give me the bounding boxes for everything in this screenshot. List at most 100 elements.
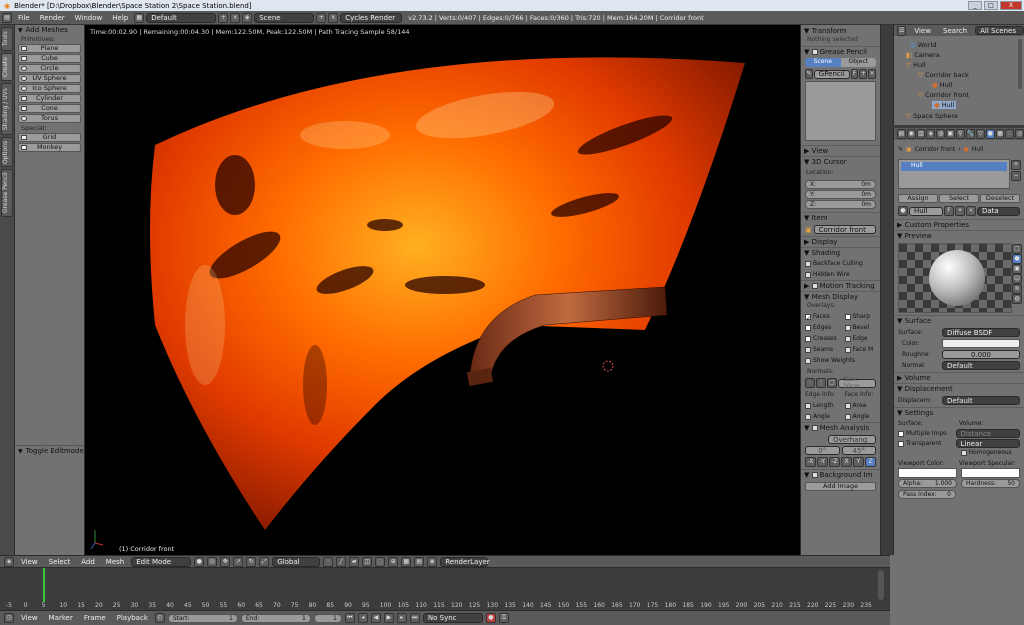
preview-hair-icon[interactable]: ≋ <box>1012 284 1022 294</box>
proportional-edit-icon[interactable]: ◌ <box>375 556 386 567</box>
outliner-item-corridor-back[interactable]: ▽ Corridor back <box>918 71 969 79</box>
preview-header[interactable]: ▼ Preview <box>894 230 1024 241</box>
view-panel-header[interactable]: ▶ View <box>801 145 880 156</box>
hardness-field[interactable]: Hardness: 50 <box>961 479 1020 488</box>
creases-toggle[interactable]: Creases <box>805 335 841 342</box>
axis-neg-z-button[interactable]: -Z <box>829 457 840 467</box>
next-keyframe-icon[interactable]: ▸ <box>396 613 407 623</box>
gpencil-fake-user[interactable]: F <box>850 69 859 79</box>
add-scene-button[interactable]: + <box>316 12 327 23</box>
menu-file[interactable]: File <box>14 14 34 22</box>
add-grid-button[interactable]: Grid <box>18 133 81 142</box>
settings-header[interactable]: ▼ Settings <box>894 407 1024 418</box>
preview-world-icon[interactable]: ◍ <box>1012 294 1022 304</box>
rotate-icon[interactable]: ↻ <box>246 556 257 567</box>
gpencil-layer-field[interactable]: GPencil <box>813 69 850 79</box>
render-layer-dropdown[interactable]: RenderLayer <box>440 556 490 567</box>
material-unlink-button[interactable]: × <box>966 206 976 216</box>
displacement-header[interactable]: ▼ Displacement <box>894 383 1024 394</box>
normal-dropdown[interactable]: Default <box>942 361 1020 370</box>
object-name-field[interactable]: Corridor front <box>813 225 876 234</box>
scene-tab-icon[interactable]: ◈ <box>926 129 936 139</box>
outliner-item-world[interactable]: ◍ World <box>910 41 936 49</box>
hidden-wire-option[interactable]: Hidden Wire <box>801 269 880 280</box>
prev-keyframe-icon[interactable]: ◂ <box>357 613 368 623</box>
current-frame-field[interactable]: 1 <box>313 613 342 623</box>
modifiers-tab-icon[interactable]: 🔧 <box>965 129 976 139</box>
add-meshes-header[interactable]: ▼ Add Meshes <box>15 25 84 35</box>
add-layout-button[interactable]: + <box>218 12 229 23</box>
cursor-y-field[interactable]: Y: 0m <box>805 190 876 199</box>
edges-toggle[interactable]: Edges <box>805 324 841 331</box>
link-data-dropdown[interactable]: Data <box>977 206 1020 216</box>
tab-create[interactable]: Create <box>1 53 13 81</box>
gp-object-tab[interactable]: Object <box>840 58 876 67</box>
snap-icon[interactable]: ⊕ <box>388 556 399 567</box>
add-slot-button[interactable]: + <box>1011 160 1021 170</box>
jump-start-icon[interactable]: ⏮ <box>344 613 355 623</box>
edge-angle-toggle[interactable]: Angle <box>805 413 841 420</box>
shading-panel-header[interactable]: ▼ Shading <box>801 247 880 258</box>
preview-cube-icon[interactable]: ▣ <box>1012 264 1022 274</box>
data-tab-icon[interactable]: ▽ <box>976 129 985 139</box>
properties-editor-icon[interactable]: ▤ <box>897 129 906 139</box>
tl-menu-marker[interactable]: Marker <box>45 614 77 622</box>
item-panel-header[interactable]: ▼ Item <box>801 212 880 223</box>
menu-select[interactable]: Select <box>45 558 75 566</box>
tab-tools[interactable]: Tools <box>1 27 13 51</box>
viewport-color-swatch[interactable] <box>898 468 957 478</box>
tab-options[interactable]: Options <box>1 137 13 167</box>
object-tab-icon[interactable]: ▣ <box>945 129 955 139</box>
face-normals-icon[interactable]: ▢ <box>827 378 837 388</box>
layers-tab-icon[interactable]: ▥ <box>916 129 926 139</box>
face-select-icon[interactable]: ▰ <box>349 556 360 567</box>
end-frame-field[interactable]: End: 1 <box>240 613 311 623</box>
minimize-button[interactable]: _ <box>968 1 982 10</box>
cursor-x-field[interactable]: X: 0m <box>805 180 876 189</box>
outliner-item-hull[interactable]: ▽ Hull <box>906 61 926 69</box>
background-images-header[interactable]: ▼ Background Im <box>801 469 880 480</box>
bevel-toggle[interactable]: Bevel <box>844 324 881 331</box>
add-torus-button[interactable]: Torus <box>18 114 81 123</box>
surface-header[interactable]: ▼ Surface <box>894 315 1024 326</box>
gp-layer-list[interactable] <box>805 81 876 141</box>
sharp-toggle[interactable]: Sharp <box>844 313 881 320</box>
analysis-type-dropdown[interactable]: Overhang <box>828 435 876 444</box>
axis-neg-y-button[interactable]: -Y <box>817 457 828 467</box>
tl-menu-view[interactable]: View <box>17 614 42 622</box>
grease-pencil-header[interactable]: ▼ Grease Pencil <box>801 46 880 57</box>
jump-end-icon[interactable]: ⏭ <box>409 613 420 623</box>
add-uv-sphere-button[interactable]: UV Sphere <box>18 74 81 83</box>
maximize-button[interactable]: □ <box>984 1 998 10</box>
tl-menu-frame[interactable]: Frame <box>80 614 110 622</box>
constraints-tab-icon[interactable]: ⚲ <box>955 129 965 139</box>
overhang-min-field[interactable]: 0° <box>805 446 840 455</box>
editor-type-icon[interactable]: ▤ <box>2 12 12 23</box>
menu-help[interactable]: Help <box>108 14 132 22</box>
assign-button[interactable]: Assign <box>898 194 938 203</box>
backface-culling-option[interactable]: Backface Culling <box>801 258 880 269</box>
motion-tracking-header[interactable]: ▶ Motion Tracking <box>801 280 880 291</box>
alpha-field[interactable]: Alpha: 1.000 <box>898 479 957 488</box>
material-tab-icon[interactable]: ● <box>985 129 995 139</box>
play-reverse-icon[interactable]: ◀ <box>370 613 381 623</box>
faces-toggle[interactable]: ✓ Faces <box>805 313 841 322</box>
material-slot-hull[interactable]: Hull <box>901 162 1007 171</box>
timeline-scrollbar[interactable] <box>878 570 884 600</box>
occlude-icon[interactable]: ◫ <box>362 556 373 567</box>
viewport-editor-icon[interactable]: ◈ <box>4 556 14 567</box>
outliner-scope-dropdown[interactable]: All Scenes <box>975 26 1024 35</box>
render-engine-dropdown[interactable]: Cycles Render <box>340 12 403 23</box>
material-fake-user[interactable]: F <box>944 206 954 216</box>
3d-cursor-header[interactable]: ▼ 3D Cursor <box>801 156 880 167</box>
sync-dropdown[interactable]: No Sync <box>422 613 483 623</box>
surface-shader-dropdown[interactable]: Diffuse BSDF <box>942 328 1020 337</box>
vertex-select-icon[interactable]: ⋅ <box>323 556 334 567</box>
particles-tab-icon[interactable]: ∴ <box>1005 129 1015 139</box>
outliner-editor-icon[interactable]: ☰ <box>897 25 907 36</box>
3d-viewport[interactable]: Time:00:02.90 | Remaining:00:04.30 | Mem… <box>85 25 800 555</box>
orientation-dropdown[interactable]: Global <box>272 556 321 567</box>
color-swatch[interactable] <box>942 339 1020 348</box>
outliner-item-corridor-front[interactable]: ▽ Corridor front <box>918 91 969 99</box>
add-circle-button[interactable]: Circle <box>18 64 81 73</box>
